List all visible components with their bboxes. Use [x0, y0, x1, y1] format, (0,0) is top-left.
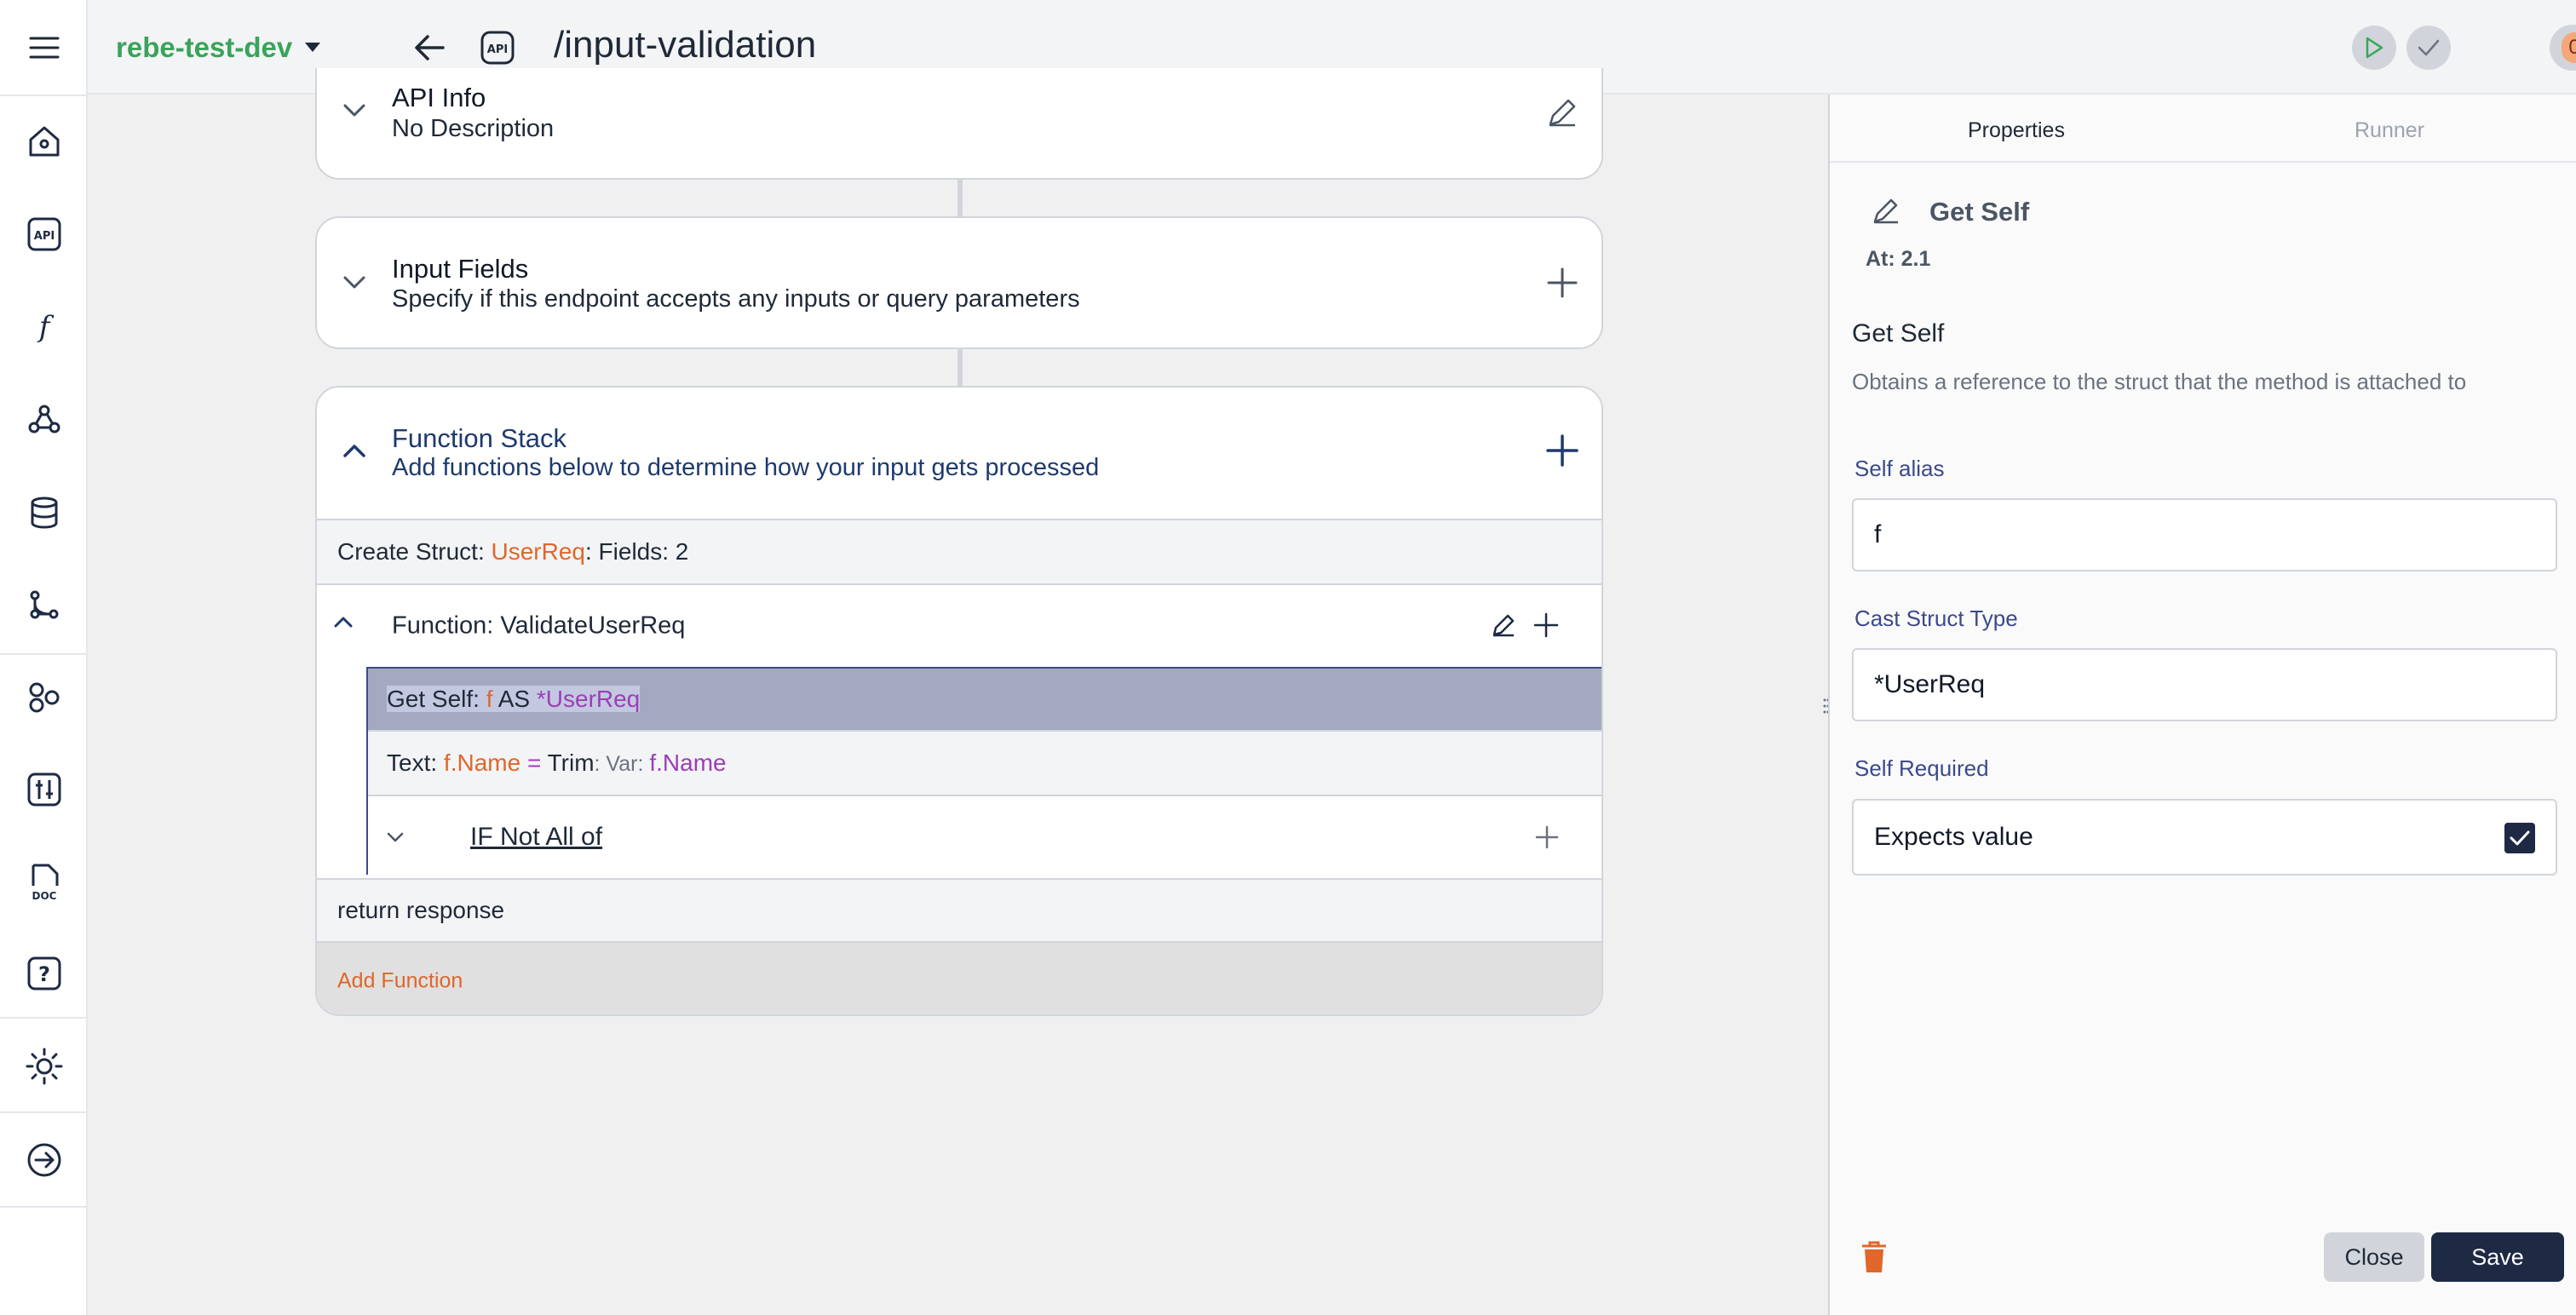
- create-struct-suffix: : Fields: 2: [585, 538, 689, 565]
- description: Obtains a reference to the struct that t…: [1852, 369, 2467, 394]
- self-required-label: Self Required: [1854, 755, 1989, 781]
- trim-fn: Trim: [547, 749, 595, 776]
- self-required-checkbox[interactable]: [2504, 823, 2535, 853]
- page-title: /input-validation: [554, 24, 817, 66]
- database-icon[interactable]: [0, 479, 88, 547]
- api-info-title: API Info: [392, 83, 486, 112]
- function-stack-card: Function Stack Add functions below to de…: [315, 386, 1603, 1016]
- struct-name: UserReq: [491, 538, 585, 565]
- self-type: *UserReq: [536, 686, 641, 712]
- add-input-plus-icon[interactable]: [1542, 262, 1583, 303]
- cast-struct-type-label: Cast Struct Type: [1854, 606, 2018, 631]
- close-button[interactable]: Close: [2324, 1232, 2424, 1282]
- logout-icon[interactable]: [0, 1126, 88, 1194]
- input-fields-title: Input Fields: [392, 254, 529, 284]
- back-arrow-icon[interactable]: [411, 29, 448, 66]
- chevron-down-icon[interactable]: [337, 94, 371, 128]
- svg-text:API: API: [33, 230, 54, 243]
- pencil-icon: [1871, 195, 1901, 226]
- as-keyword: AS: [492, 686, 537, 712]
- cast-struct-type-input[interactable]: *UserReq: [1852, 648, 2557, 721]
- return-row[interactable]: return response: [317, 878, 1601, 941]
- menu-icon[interactable]: [0, 14, 88, 82]
- svg-text:API: API: [487, 43, 508, 56]
- chevron-up-icon[interactable]: [334, 616, 353, 628]
- api-icon[interactable]: API: [0, 200, 88, 268]
- chevron-up-icon[interactable]: [337, 434, 371, 468]
- api-info-card: API Info No Description: [315, 68, 1603, 180]
- trim-arg: f.Name: [649, 749, 727, 776]
- add-function-row: Add Function: [317, 941, 1601, 1014]
- api-info-description: No Description: [392, 115, 555, 142]
- chevron-down-icon[interactable]: [387, 832, 404, 842]
- webhook-icon[interactable]: [0, 386, 88, 454]
- function-stack-description: Add functions below to determine how you…: [392, 454, 1100, 481]
- trash-icon[interactable]: [1860, 1240, 1888, 1274]
- connector-line: [957, 180, 963, 217]
- project-name: rebe-test-dev: [116, 32, 293, 63]
- function-stack-header: Function Stack Add functions below to de…: [317, 388, 1601, 519]
- connector-line: [957, 349, 963, 387]
- desc-title: Get Self: [1852, 319, 1945, 347]
- add-function-link[interactable]: Add Function: [337, 969, 463, 994]
- check-button[interactable]: [2406, 26, 2451, 70]
- input-fields-description: Specify if this endpoint accepts any inp…: [392, 285, 1080, 313]
- self-var: f: [486, 686, 493, 712]
- text-prefix: Text:: [387, 749, 444, 776]
- help-icon[interactable]: ?: [0, 939, 88, 1008]
- tab-divider: [1830, 161, 2576, 163]
- self-alias-value: f: [1874, 520, 1882, 548]
- edit-pencil-icon[interactable]: [1491, 612, 1516, 638]
- svg-text:DOC: DOC: [32, 890, 56, 902]
- add-function-plus-icon[interactable]: [1542, 430, 1583, 471]
- error-count-badge: 0: [2562, 32, 2576, 63]
- tab-properties[interactable]: Properties: [1968, 118, 2065, 143]
- run-button[interactable]: [2352, 26, 2396, 70]
- tools-icon[interactable]: [0, 755, 88, 824]
- var-label: : Var:: [594, 752, 650, 776]
- self-required-field: Expects value: [1852, 799, 2557, 876]
- function-icon[interactable]: f: [0, 293, 88, 361]
- doc-icon[interactable]: DOC: [0, 848, 88, 916]
- function-stack-title: Function Stack: [392, 423, 567, 453]
- debug-group[interactable]: 0: [2550, 25, 2576, 71]
- self-required-value: Expects value: [1874, 823, 2033, 851]
- shapes-icon[interactable]: [0, 663, 88, 732]
- edit-pencil-icon[interactable]: [1542, 92, 1583, 133]
- plus-icon[interactable]: [1535, 825, 1559, 849]
- caret-down-icon: [304, 42, 321, 54]
- self-alias-input[interactable]: f: [1852, 498, 2557, 571]
- tab-runner[interactable]: Runner: [2355, 118, 2424, 143]
- equals-sign: =: [520, 749, 548, 776]
- get-self-prefix: Get Self:: [387, 686, 486, 712]
- sun-icon[interactable]: [0, 1032, 88, 1100]
- properties-panel: Properties Runner Get Self At: 2.1 Get S…: [1828, 95, 2576, 1315]
- svg-text:?: ?: [38, 962, 50, 986]
- sidebar: API f DOC ?: [0, 0, 88, 1315]
- function-name: Get Self: [1929, 197, 2030, 227]
- home-icon[interactable]: [0, 107, 88, 175]
- save-button[interactable]: Save: [2431, 1232, 2564, 1282]
- get-self-row[interactable]: Get Self: f AS *UserReq: [368, 667, 1601, 730]
- if-row[interactable]: IF Not All of: [368, 795, 1601, 878]
- position-label: At: 2.1: [1866, 247, 1931, 271]
- text-var: f.Name: [443, 749, 521, 776]
- chevron-down-icon[interactable]: [337, 266, 371, 300]
- self-alias-label: Self alias: [1854, 456, 1945, 481]
- api-badge-icon: API: [479, 29, 516, 66]
- svg-text:f: f: [36, 310, 54, 344]
- if-label: IF Not All of: [470, 823, 603, 851]
- branch-icon[interactable]: [0, 571, 88, 639]
- function-label: Function: ValidateUserReq: [392, 612, 686, 640]
- text-row[interactable]: Text: f.Name = Trim: Var: f.Name: [368, 730, 1601, 795]
- function-row[interactable]: Function: ValidateUserReq: [317, 583, 1601, 667]
- cast-struct-type-value: *UserReq: [1874, 670, 1986, 698]
- input-fields-card: Input Fields Specify if this endpoint ac…: [315, 216, 1603, 349]
- return-label: return response: [337, 897, 505, 923]
- create-struct-row[interactable]: Create Struct: UserReq: Fields: 2: [317, 519, 1601, 583]
- create-struct-prefix: Create Struct:: [337, 538, 492, 565]
- project-selector[interactable]: rebe-test-dev: [116, 27, 321, 68]
- plus-icon[interactable]: [1533, 612, 1559, 638]
